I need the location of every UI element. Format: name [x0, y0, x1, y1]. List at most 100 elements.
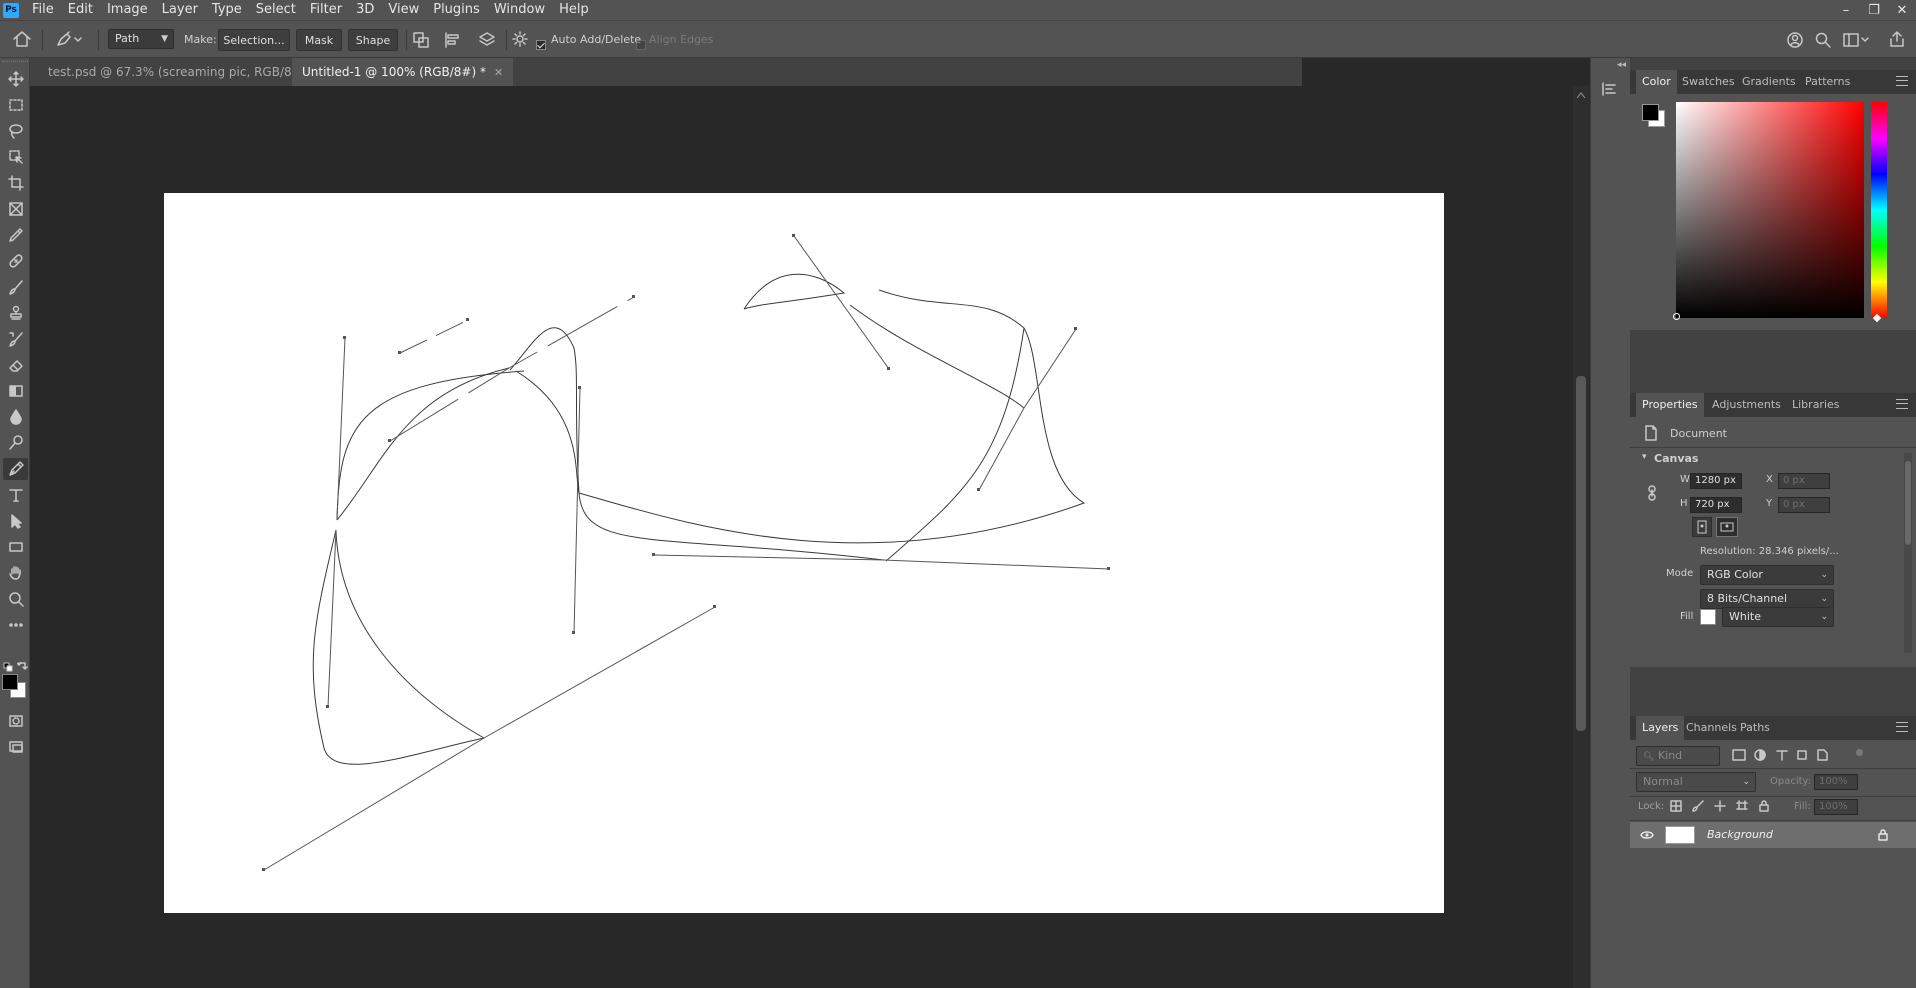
tab-gradients[interactable]: Gradients: [1736, 70, 1802, 94]
frame-tool-icon[interactable]: [3, 198, 28, 220]
layer-kind-filter[interactable]: 🔍︎ Kind: [1636, 746, 1720, 766]
close-tab-icon[interactable]: ✕: [494, 66, 503, 79]
swap-colors-icon[interactable]: [17, 661, 28, 672]
tab-libraries[interactable]: Libraries: [1786, 393, 1846, 417]
layer-row-background[interactable]: Background: [1630, 822, 1916, 848]
pen-tool-preset-icon[interactable]: [56, 31, 82, 47]
dodge-tool-icon[interactable]: [3, 432, 28, 454]
toolbar-grip[interactable]: [2, 61, 28, 65]
tab-adjustments[interactable]: Adjustments: [1706, 393, 1787, 417]
tab-color[interactable]: Color: [1636, 70, 1677, 94]
screen-mode-icon[interactable]: [3, 736, 28, 758]
clone-stamp-tool-icon[interactable]: [3, 302, 28, 324]
hue-slider[interactable]: [1871, 102, 1887, 318]
eyedropper-tool-icon[interactable]: [3, 224, 28, 246]
lasso-tool-icon[interactable]: [3, 120, 28, 142]
fill-dropdown[interactable]: White ⌄: [1722, 607, 1834, 627]
history-panel-icon[interactable]: [1601, 80, 1619, 98]
history-brush-tool-icon[interactable]: [3, 328, 28, 350]
more-tools-icon[interactable]: [3, 614, 28, 636]
opacity-field[interactable]: 100%: [1814, 774, 1858, 790]
menu-select[interactable]: Select: [249, 0, 303, 20]
layer-visibility-eye-icon[interactable]: [1640, 830, 1654, 840]
make-mask-button[interactable]: Mask: [296, 29, 342, 51]
filter-type-layers-icon[interactable]: [1776, 749, 1788, 761]
path-alignment-icon[interactable]: [444, 31, 462, 49]
filter-pixel-layers-icon[interactable]: [1732, 749, 1746, 761]
menu-3d[interactable]: 3D: [349, 0, 381, 20]
tab-properties[interactable]: Properties: [1636, 393, 1704, 417]
close-button[interactable]: ✕: [1888, 0, 1916, 20]
home-icon[interactable]: [12, 30, 32, 48]
document-canvas[interactable]: [164, 193, 1444, 913]
menu-plugins[interactable]: Plugins: [426, 0, 487, 20]
tab-untitled-1[interactable]: Untitled-1 @ 100% (RGB/8#) * ✕: [292, 58, 514, 86]
rectangle-tool-icon[interactable]: [3, 536, 28, 558]
align-edges-checkbox[interactable]: [636, 34, 646, 53]
menu-layer[interactable]: Layer: [155, 0, 205, 20]
quick-mask-icon[interactable]: [3, 710, 28, 732]
color-saturation-field[interactable]: [1676, 102, 1864, 318]
gradient-tool-icon[interactable]: [3, 380, 28, 402]
lock-transparency-icon[interactable]: [1670, 800, 1682, 812]
panel-menu-icon[interactable]: [1896, 76, 1908, 86]
canvas-y-field[interactable]: 0 px: [1778, 497, 1830, 513]
restore-button[interactable]: ❐: [1860, 0, 1888, 20]
filter-toggle-icon[interactable]: [1856, 749, 1863, 756]
tab-paths[interactable]: Paths: [1734, 716, 1776, 740]
default-colors-icon[interactable]: [3, 662, 13, 672]
menu-file[interactable]: File: [25, 0, 61, 20]
landscape-orientation-button[interactable]: [1716, 517, 1738, 537]
minimize-button[interactable]: –: [1832, 0, 1860, 20]
type-tool-icon[interactable]: [3, 484, 28, 506]
blur-tool-icon[interactable]: [3, 406, 28, 428]
collapse-panels-icon[interactable]: ◂◂: [1617, 60, 1626, 70]
bit-depth-dropdown[interactable]: 8 Bits/Channel ⌄: [1700, 589, 1834, 609]
fill-opacity-field[interactable]: 100%: [1814, 799, 1858, 815]
portrait-orientation-button[interactable]: [1692, 517, 1712, 537]
tab-patterns[interactable]: Patterns: [1799, 70, 1856, 94]
make-shape-button[interactable]: Shape: [348, 29, 398, 51]
menu-filter[interactable]: Filter: [303, 0, 349, 20]
link-dimensions-icon[interactable]: [1646, 485, 1658, 501]
lock-artboard-icon[interactable]: [1736, 800, 1748, 812]
brush-tool-icon[interactable]: [3, 276, 28, 298]
canvas-section-header[interactable]: Canvas: [1654, 452, 1698, 465]
menu-help[interactable]: Help: [552, 0, 596, 20]
fill-color-swatch[interactable]: [1700, 609, 1716, 625]
scrollbar-thumb[interactable]: [1576, 376, 1586, 731]
filter-adjustment-layers-icon[interactable]: [1754, 749, 1766, 761]
menu-type[interactable]: Type: [205, 0, 249, 20]
menu-view[interactable]: View: [381, 0, 426, 20]
lock-position-icon[interactable]: [1714, 800, 1726, 812]
crop-tool-icon[interactable]: [3, 172, 28, 194]
pen-mode-dropdown[interactable]: Path ▼: [108, 29, 174, 49]
move-tool-icon[interactable]: [3, 68, 28, 90]
canvas-x-field[interactable]: 0 px: [1778, 473, 1830, 489]
path-selection-tool-icon[interactable]: [3, 510, 28, 532]
zoom-tool-icon[interactable]: [3, 588, 28, 610]
tab-swatches[interactable]: Swatches: [1676, 70, 1741, 94]
foreground-color-swatch[interactable]: [2, 674, 18, 690]
workspace-switcher-icon[interactable]: [1842, 31, 1870, 49]
canvas-width-field[interactable]: 1280 px: [1690, 473, 1742, 489]
filter-smart-objects-icon[interactable]: [1816, 749, 1828, 761]
marquee-tool-icon[interactable]: [3, 94, 28, 116]
panel-menu-icon[interactable]: [1896, 399, 1908, 409]
eraser-tool-icon[interactable]: [3, 354, 28, 376]
menu-window[interactable]: Window: [487, 0, 552, 20]
hand-tool-icon[interactable]: [3, 562, 28, 584]
canvas-height-field[interactable]: 720 px: [1690, 497, 1742, 513]
menu-edit[interactable]: Edit: [61, 0, 100, 20]
make-selection-button[interactable]: Selection...: [218, 29, 290, 51]
healing-brush-tool-icon[interactable]: [3, 250, 28, 272]
tab-layers[interactable]: Layers: [1636, 716, 1685, 740]
pen-tool-icon[interactable]: [3, 458, 28, 480]
color-foreground-swatch[interactable]: [1642, 104, 1659, 121]
scroll-up-arrow-icon[interactable]: [1577, 92, 1585, 98]
filter-shape-layers-icon[interactable]: [1796, 749, 1808, 761]
lock-all-icon[interactable]: [1758, 800, 1770, 812]
gear-icon[interactable]: [512, 31, 528, 47]
path-arrangement-icon[interactable]: [477, 31, 497, 49]
blend-mode-dropdown[interactable]: Normal ⌄: [1636, 772, 1756, 792]
